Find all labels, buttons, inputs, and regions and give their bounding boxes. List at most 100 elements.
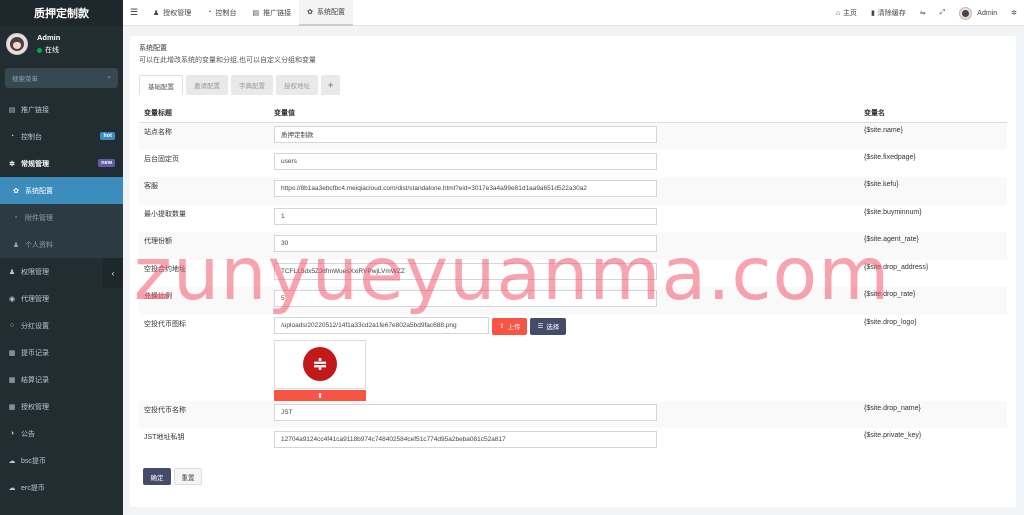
- sidebar-item-dividend[interactable]: ○ 分红设置: [0, 312, 123, 339]
- site-name-input[interactable]: 质押定制款: [274, 125, 657, 143]
- sidebar-item-withdrawals[interactable]: ▦ 提币记录: [0, 339, 123, 366]
- token-logo-icon: ≑: [303, 347, 337, 381]
- sidebar-item-dashboard[interactable]: ◔ 控制台 hot: [0, 123, 123, 150]
- kefu-input[interactable]: https://8b1aa3ebcfbc4.meiqiacloud.com/di…: [274, 180, 657, 197]
- user-menu[interactable]: Admin: [952, 6, 1004, 20]
- tab-label: 授权管理: [163, 9, 192, 17]
- adjust-icon: ◑: [9, 430, 15, 437]
- app-logo[interactable]: 质押定制款: [0, 0, 123, 26]
- drop-name-input[interactable]: JST: [274, 403, 657, 421]
- tab-basic[interactable]: 基础配置: [139, 75, 183, 95]
- tab-authorization[interactable]: ♟ 授权管理: [145, 0, 199, 26]
- row-varname: {$site.kefu}: [859, 177, 1007, 205]
- row-varname: {$site.fixedpage}: [864, 153, 916, 161]
- sidebar-item-label: 公告: [21, 430, 35, 438]
- dashboard-icon: ◔: [207, 9, 212, 16]
- sidebar-item-label: 提币记录: [21, 349, 49, 357]
- sidebar-item-label: 控制台: [21, 133, 42, 141]
- agent-rate-input[interactable]: 30: [274, 235, 657, 252]
- sidebar-item-label: 授权管理: [21, 403, 49, 411]
- top-navbar: ☰ ♟ 授权管理 ◔ 控制台 ▤ 推广链接 ✿ 系统配置 ⌂ 主页 ▮ 清除缓存 ⇋ ⤢ A…: [123, 0, 1024, 26]
- table-row: 空投代币图标 /uploads/20220512/14f1a33cd2a1fe6…: [139, 315, 1007, 401]
- row-title: 空投代币图标: [144, 320, 186, 328]
- sidebar-item-agents[interactable]: ◉ 代理管理: [0, 285, 123, 312]
- add-tab-button[interactable]: +: [321, 75, 341, 95]
- row-title: 后台固定页: [144, 155, 179, 163]
- choose-label: 选择: [546, 324, 560, 331]
- search-placeholder: 搜索菜单: [12, 76, 38, 83]
- drop-address-input[interactable]: TCFLL5dx5ZJdfmWuesXxiRVPwjLVmWZZ: [274, 262, 657, 280]
- sidebar-item-bsc[interactable]: ☁ bsc提币: [0, 447, 123, 474]
- trash-icon: ▮: [870, 10, 875, 17]
- logo-preview[interactable]: ≑: [274, 339, 366, 389]
- sidebar-item-general[interactable]: ✲ 常规管理 new: [0, 150, 123, 177]
- sidebar-item-authorization[interactable]: ▦ 授权管理: [0, 393, 123, 420]
- sidebar-item-settlements[interactable]: ▦ 结算记录: [0, 366, 123, 393]
- cloud-icon: ☁: [8, 457, 16, 465]
- reset-button[interactable]: 重置: [174, 468, 202, 485]
- column-header: 变量值: [269, 105, 859, 123]
- tab-system-config[interactable]: ✿ 系统配置: [299, 0, 354, 26]
- choose-button[interactable]: ☰ 选择: [530, 317, 567, 335]
- tab-promo-link[interactable]: ▤ 推广链接: [245, 0, 300, 26]
- sidebar-item-announcement[interactable]: ◑ 公告: [0, 420, 123, 447]
- row-title: 最小提取数量: [144, 210, 186, 218]
- row-title: 站点名称: [139, 122, 269, 150]
- delete-image-button[interactable]: ▮: [274, 389, 366, 401]
- home-link[interactable]: ⌂ 主页: [829, 8, 864, 18]
- drop-logo-input[interactable]: /uploads/20220512/14f1a33cd2a1fe67e802a5…: [274, 317, 489, 334]
- app-root: 质押定制款 Admin 在线 搜索菜单 ⌕ ▤ 推广链接 ◔ 控制台 hot ✲ 常规管…: [0, 0, 1024, 515]
- fixed-page-input[interactable]: users: [274, 152, 657, 170]
- tab-label: 推广链接: [263, 9, 292, 17]
- gear-icon: ✿: [13, 187, 19, 195]
- gear-icon: ✿: [307, 8, 314, 16]
- cloud-icon: ☁: [8, 484, 16, 492]
- sidebar-item-label: 常规管理: [21, 160, 49, 168]
- submit-button[interactable]: 确定: [143, 468, 171, 485]
- tab-dashboard[interactable]: ◔ 控制台: [199, 0, 244, 26]
- tab-invite[interactable]: 邀请配置: [186, 75, 228, 95]
- translate-icon[interactable]: ⇋: [913, 9, 933, 17]
- config-tabs: 基础配置 邀请配置 字典配置 授权地址 +: [139, 75, 343, 95]
- avatar: [6, 33, 28, 55]
- table-row: 客服 https://8b1aa3ebcfbc4.meiqiacloud.com…: [139, 177, 1007, 205]
- row-title: JST地址私钥: [144, 434, 185, 441]
- sidebar-item-profile[interactable]: ♟ 个人资料: [0, 231, 123, 258]
- row-varname: {$site.drop_logo}: [864, 318, 917, 326]
- fullscreen-icon[interactable]: ⤢: [933, 9, 953, 17]
- row-varname: {$site.drop_name}: [859, 400, 1007, 428]
- user-status: 在线: [37, 45, 60, 55]
- private-key-input[interactable]: 12704a9124cc4f41ca9118b974c748402584cef5…: [274, 431, 657, 448]
- user-icon: ♟: [12, 241, 20, 249]
- page-title: 系统配置: [139, 45, 167, 52]
- tab-dictionary[interactable]: 字典配置: [231, 75, 273, 95]
- list-icon: ▦: [8, 403, 16, 411]
- gears-icon[interactable]: ✲: [1004, 9, 1024, 17]
- menu-toggle-icon[interactable]: ☰: [123, 7, 145, 18]
- upload-button[interactable]: ⇧ 上传: [492, 317, 528, 335]
- drop-rate-input[interactable]: 5: [274, 290, 657, 307]
- list-icon: ▦: [8, 376, 16, 384]
- sidebar-item-attachments[interactable]: ▫ 附件管理: [0, 204, 123, 231]
- sidebar-item-system-config[interactable]: ✿ 系统配置: [0, 177, 123, 204]
- sidebar-collapse-toggle[interactable]: ‹: [103, 258, 123, 288]
- tab-auth-address[interactable]: 授权地址: [276, 75, 318, 95]
- sidebar: 质押定制款 Admin 在线 搜索菜单 ⌕ ▤ 推广链接 ◔ 控制台 hot ✲ 常规管…: [0, 0, 123, 515]
- row-varname: {$site.name}: [859, 122, 1007, 150]
- home-label: 主页: [842, 10, 857, 17]
- min-withdraw-input[interactable]: 1: [274, 207, 657, 225]
- row-varname: {$site.buyminnum}: [864, 208, 922, 216]
- row-title: 代理份额: [139, 232, 269, 260]
- sidebar-item-promo-link[interactable]: ▤ 推广链接: [0, 96, 123, 123]
- list-icon: ☰: [537, 323, 544, 330]
- table-row: JST地址私钥 12704a9124cc4f41ca9118b974c74840…: [139, 428, 1007, 456]
- sidebar-item-label: bsc提币: [21, 457, 46, 465]
- sidebar-item-label: 个人资料: [25, 241, 53, 249]
- user-name: Admin: [37, 33, 61, 42]
- sidebar-item-erc[interactable]: ☁ erc提币: [0, 474, 123, 501]
- upload-icon: ⇧: [499, 323, 505, 330]
- tab-label: 控制台: [215, 9, 237, 17]
- clear-cache-button[interactable]: ▮ 清除缓存: [864, 8, 913, 18]
- search-input[interactable]: 搜索菜单 ⌕: [5, 68, 118, 88]
- page-description: 可以在此增改系统的变量和分组,也可以自定义分组和变量: [139, 57, 316, 64]
